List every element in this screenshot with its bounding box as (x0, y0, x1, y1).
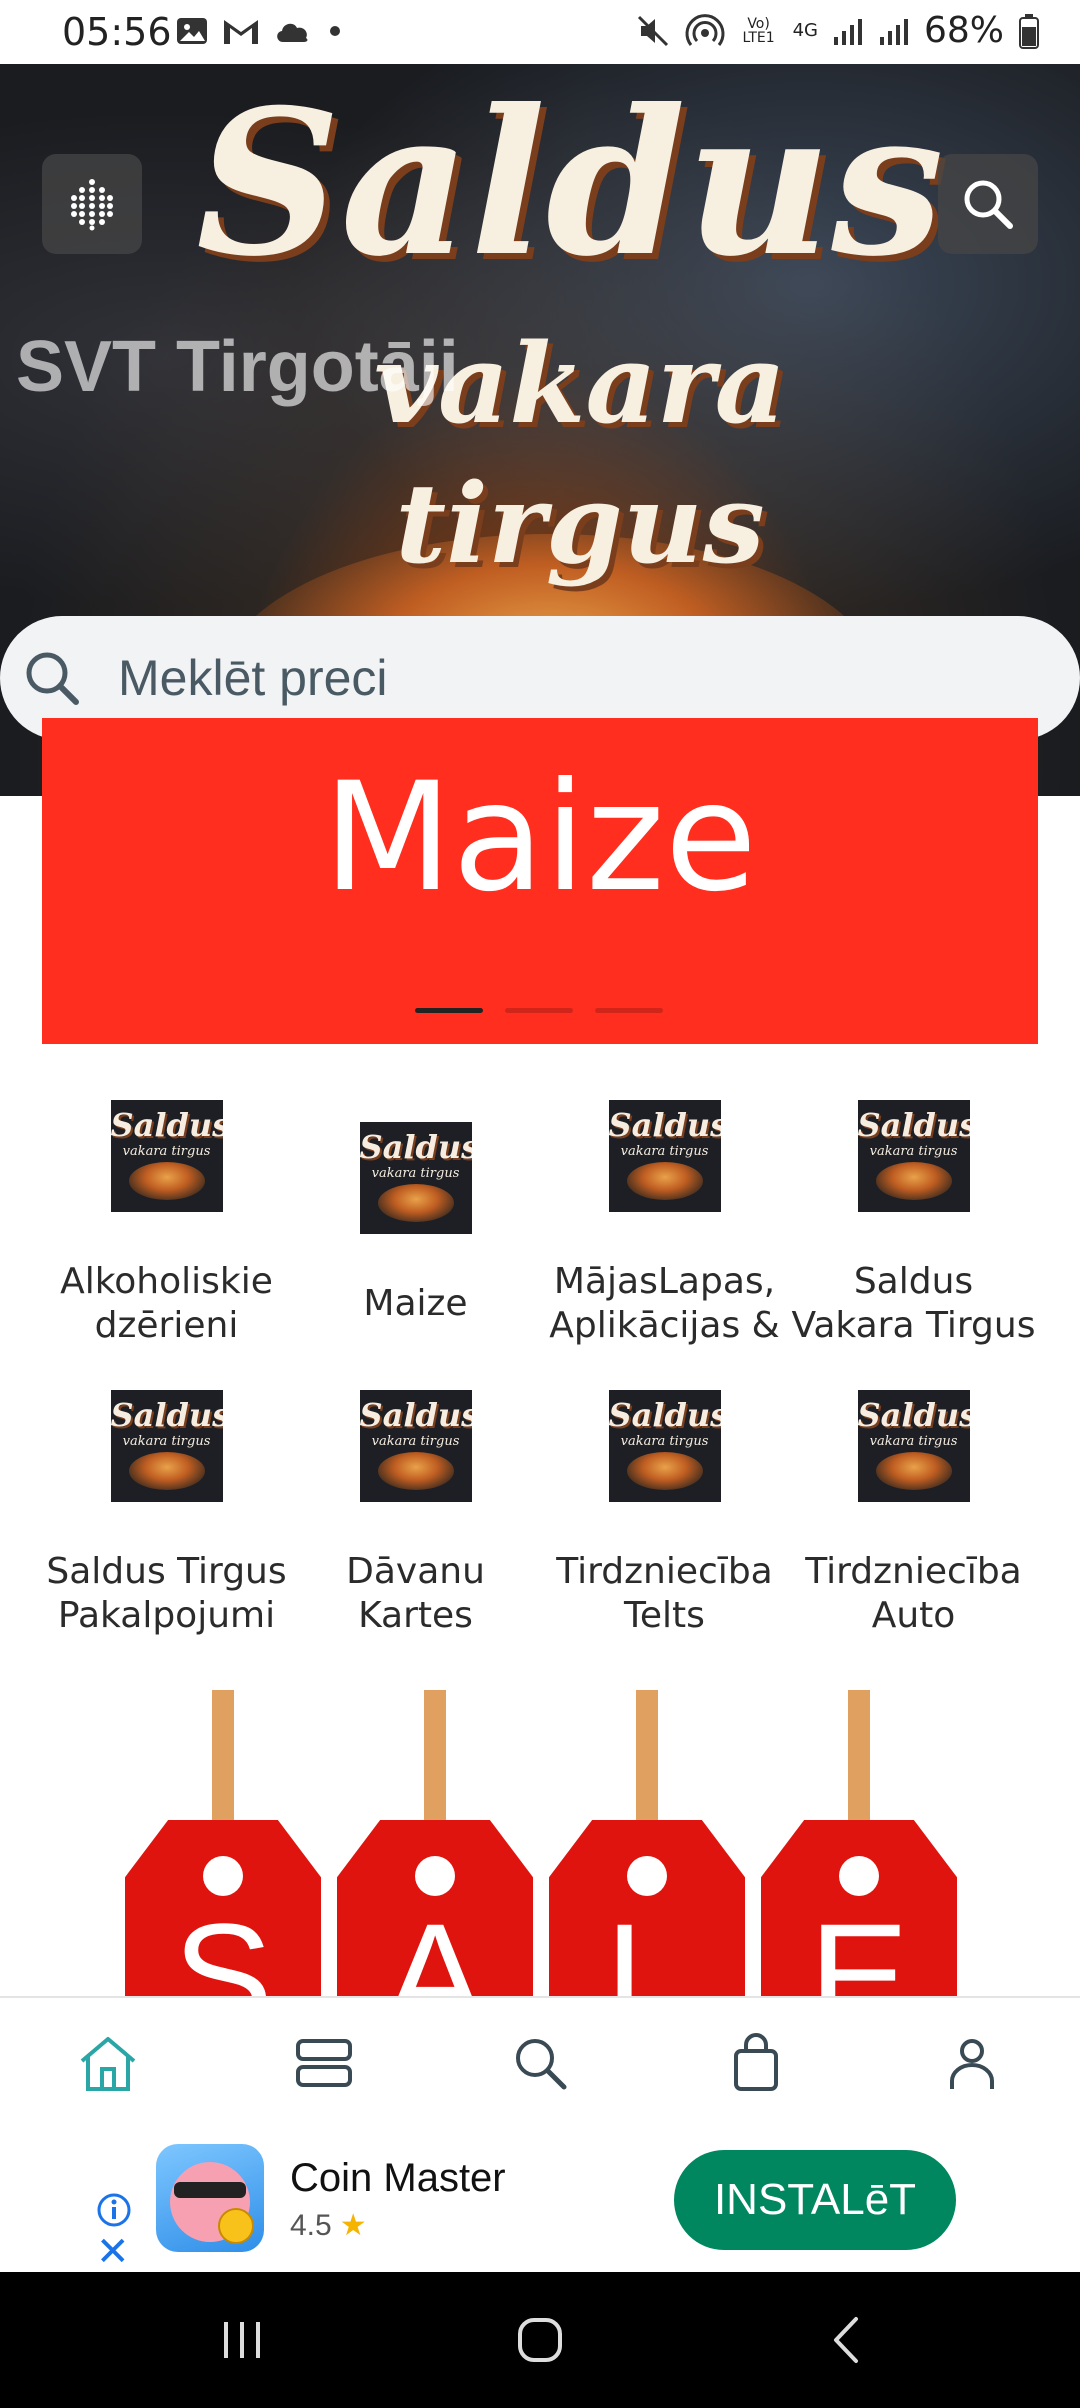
category-label: MājasLapas, Aplikācijas & (549, 1261, 780, 1346)
hotspot-icon (685, 13, 725, 46)
category-davanu-kartes[interactable]: Saldus vakara tirgus Dāvanu Kartes (291, 1390, 540, 1670)
sale-banner[interactable]: S A L E (120, 1690, 960, 1996)
dot-icon (330, 26, 340, 36)
carousel-slide-title: Maize (322, 751, 758, 925)
grid-dots-icon (71, 179, 113, 231)
category-thumbnail: Saldus vakara tirgus (857, 1390, 970, 1502)
sale-tag: S (125, 1820, 321, 1996)
ad-rating-value: 4.5 (290, 2209, 332, 2242)
category-maize[interactable]: Saldus vakara tirgus Maize (291, 1100, 540, 1390)
categories-icon (296, 2039, 352, 2087)
category-row: Saldus vakara tirgus Alkoholiskie dzērien… (42, 1100, 1038, 1390)
sale-tag: L (549, 1820, 745, 1996)
image-icon (177, 18, 207, 44)
carousel-dot[interactable] (595, 1008, 663, 1013)
battery-level: 68% (923, 10, 1004, 51)
category-thumbnail: Saldus vakara tirgus (359, 1122, 472, 1234)
category-label: Tirdzniecība Telts (556, 1551, 773, 1636)
menu-button[interactable] (42, 154, 142, 254)
back-icon (834, 2317, 858, 2363)
category-thumbnail: Saldus vakara tirgus (110, 1100, 223, 1212)
nav-search[interactable] (480, 2008, 600, 2118)
category-thumbnail: Saldus vakara tirgus (608, 1390, 721, 1502)
cloud-icon (277, 23, 308, 42)
category-tirdznieciba-auto[interactable]: Saldus vakara tirgus Tirdzniecība Auto (789, 1390, 1038, 1670)
ad-rating: 4.5 ★ (290, 2208, 367, 2243)
star-icon: ★ (339, 2209, 367, 2242)
category-label: Maize (363, 1283, 468, 1324)
nav-profile[interactable] (912, 2008, 1032, 2118)
search-icon (516, 2039, 567, 2090)
category-thumbnail: Saldus vakara tirgus (359, 1390, 472, 1502)
profile-icon (950, 2039, 994, 2089)
category-row: Saldus vakara tirgus Saldus Tirgus Pakalp… (42, 1390, 1038, 1670)
hero-banner: Saldus vakara tirgus SVT Tirgotāji (0, 64, 1080, 796)
promo-carousel[interactable]: Maize (42, 718, 1038, 1044)
nav-cart[interactable] (696, 2008, 816, 2118)
bag-icon (734, 2033, 778, 2091)
nav-categories[interactable] (264, 2008, 384, 2118)
category-alkoholiskie-dzerieni[interactable]: Saldus vakara tirgus Alkoholiskie dzērien… (42, 1100, 291, 1390)
volte-label: Vo) LTE1 (742, 15, 775, 46)
ad-app-icon[interactable] (156, 2144, 264, 2252)
signal-icon (879, 18, 908, 45)
brand-title: Saldus (196, 66, 944, 301)
category-thumbnail: Saldus vakara tirgus (857, 1100, 970, 1212)
category-label: Saldus Tirgus Pakalpojumi (46, 1551, 287, 1636)
category-tirdznieciba-telts[interactable]: Saldus vakara tirgus Tirdzniecība Telts (540, 1390, 789, 1670)
recent-apps-icon (224, 2322, 260, 2358)
category-label: Saldus Vakara Tirgus (791, 1261, 1036, 1346)
system-icons: Vo) LTE1 4G 68% (635, 10, 1040, 51)
category-label: Tirdzniecība Auto (805, 1551, 1022, 1636)
sale-tag: E (761, 1820, 957, 1996)
sale-tag: A (337, 1820, 533, 1996)
category-majaslapas[interactable]: Saldus vakara tirgus MājasLapas, Aplikāci… (540, 1100, 789, 1390)
carousel-dot[interactable] (505, 1008, 573, 1013)
recent-apps-button[interactable] (202, 2308, 282, 2372)
system-navigation-bar (0, 2272, 1080, 2408)
ad-app-name[interactable]: Coin Master (290, 2156, 506, 2201)
signal-icon (833, 18, 862, 45)
hero-search-button[interactable] (938, 154, 1038, 254)
store-name: SVT Tirgotāji (16, 327, 459, 407)
status-bar: 05:56 Vo) LTE1 4G 68% (0, 0, 1080, 64)
category-saldus-vakara-tirgus[interactable]: Saldus vakara tirgus Saldus Vakara Tirgus (789, 1100, 1038, 1390)
category-label: Alkoholiskie dzērieni (60, 1261, 273, 1346)
category-grid: Saldus vakara tirgus Alkoholiskie dzērien… (42, 1100, 1038, 1670)
gmail-icon (224, 20, 258, 44)
back-button[interactable] (806, 2308, 886, 2372)
category-label: Dāvanu Kartes (346, 1551, 485, 1636)
mute-icon (637, 15, 668, 46)
nav-home[interactable] (48, 2008, 168, 2118)
ad-close-icon[interactable]: ✕ (96, 2232, 130, 2272)
home-icon (80, 2037, 136, 2091)
carousel-dot[interactable] (415, 1008, 483, 1013)
network-type: 4G (792, 20, 818, 41)
battery-icon (1019, 13, 1039, 49)
ad-info-icon[interactable] (96, 2192, 132, 2233)
category-thumbnail: Saldus vakara tirgus (608, 1100, 721, 1212)
ad-install-button[interactable]: INSTALēT (674, 2150, 956, 2250)
home-button[interactable] (500, 2308, 580, 2372)
ad-banner[interactable]: ✕ Coin Master 4.5 ★ INSTALēT (0, 2128, 1080, 2272)
notification-icons (175, 14, 345, 48)
search-icon (22, 648, 82, 708)
status-time: 05:56 (62, 10, 172, 54)
search-input[interactable] (116, 648, 1020, 708)
home-circle-icon (518, 2318, 562, 2362)
carousel-indicators (415, 1008, 663, 1013)
bottom-navigation (0, 1996, 1080, 2128)
category-thumbnail: Saldus vakara tirgus (110, 1390, 223, 1502)
search-icon (964, 180, 1013, 229)
category-saldus-tirgus-pakalpojumi[interactable]: Saldus vakara tirgus Saldus Tirgus Pakalp… (42, 1390, 291, 1670)
